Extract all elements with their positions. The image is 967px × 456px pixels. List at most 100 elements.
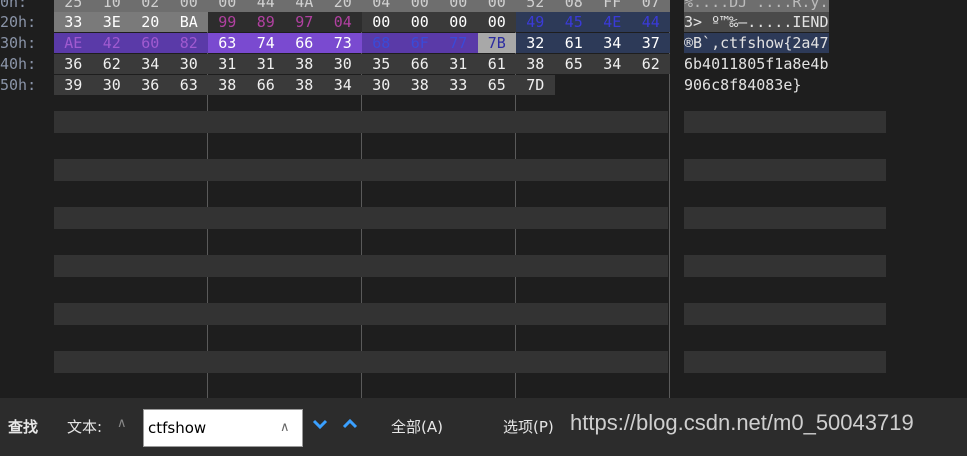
hex-byte[interactable]: 36 [131,75,170,95]
hex-byte[interactable]: 10 [92,0,131,12]
hex-byte[interactable]: 00 [400,12,439,32]
hex-byte[interactable]: 00 [400,0,439,12]
chevron-up-icon[interactable]: ∧ [117,416,127,431]
hex-byte[interactable]: 00 [169,0,208,12]
options-button[interactable]: 选项(P) [503,417,554,437]
hex-byte[interactable]: 49 [516,12,555,32]
hex-byte[interactable]: 45 [554,12,593,32]
find-next-icon[interactable] [311,414,329,434]
hex-row[interactable]: 20h: 33 3E 20 BA 99 89 97 04 00 00 00 00 49 45 4E 44 3> º… [0,12,967,32]
hex-byte[interactable]: 34 [131,54,170,74]
hex-byte[interactable]: 30 [362,75,401,95]
hex-byte[interactable]: 08 [554,0,593,12]
hex-byte[interactable]: 34 [593,54,632,74]
hex-byte[interactable]: 82 [169,33,208,53]
hex-byte[interactable]: 37 [631,33,670,53]
hex-byte[interactable]: 6F [400,33,439,53]
hex-byte[interactable]: 63 [208,33,247,53]
hex-byte[interactable]: 38 [285,54,324,74]
hex-byte[interactable]: 38 [285,75,324,95]
hex-byte[interactable]: 32 [516,33,555,53]
hex-byte[interactable]: 4A [285,0,324,12]
history-chevron-icon[interactable]: ∧ [280,420,290,435]
ascii-text[interactable]: ®B`‚ctfshow{2a47 [684,33,829,53]
hex-byte[interactable]: 7D [516,75,555,95]
hex-byte[interactable]: 00 [477,0,516,12]
hex-byte[interactable]: 31 [246,54,285,74]
hex-byte[interactable]: 36 [54,54,93,74]
hex-byte[interactable]: 3E [92,12,131,32]
ascii-text[interactable]: 906c8f84083e} [684,75,801,95]
ascii-text[interactable]: 6b4011805f1a8e4b [684,54,829,74]
search-input[interactable] [148,417,266,439]
hex-byte[interactable]: 39 [54,75,93,95]
hex-byte[interactable]: 61 [554,33,593,53]
hex-byte[interactable]: 63 [169,75,208,95]
hex-byte[interactable]: 61 [477,54,516,74]
hex-byte[interactable]: 77 [439,33,478,53]
hex-byte[interactable]: 73 [323,33,362,53]
hex-byte[interactable]: 99 [208,12,247,32]
hex-byte[interactable]: FF [593,0,632,12]
hex-byte[interactable]: 34 [593,33,632,53]
hex-byte[interactable]: 33 [54,12,93,32]
hex-byte[interactable]: 30 [92,75,131,95]
hex-byte[interactable]: 44 [246,0,285,12]
hex-byte[interactable]: 00 [439,12,478,32]
find-prev-icon[interactable] [341,414,359,434]
hex-byte[interactable]: 4E [593,12,632,32]
hex-byte[interactable]: 00 [477,12,516,32]
hex-byte[interactable]: 00 [208,0,247,12]
hex-byte[interactable]: 04 [362,0,401,12]
hex-row[interactable]: 30h: AE 42 60 82 63 74 66 73 68 6F 77 7B 32 61 34 37 ®B`‚… [0,33,967,53]
hex-byte[interactable]: 38 [516,54,555,74]
hex-byte[interactable]: 62 [631,54,670,74]
row-offset-label: 20h: [0,13,37,31]
hex-byte[interactable]: 07 [631,0,670,12]
text-mode-label[interactable]: 文本: [67,417,102,437]
hex-byte[interactable]: 44 [631,12,670,32]
hex-byte[interactable]: 31 [208,54,247,74]
hex-byte[interactable]: 89 [246,12,285,32]
hex-byte[interactable]: 68 [362,33,401,53]
hex-byte[interactable]: 66 [285,33,324,53]
hex-row[interactable]: 50h: 39 30 36 63 38 66 38 34 30 38 33 65 7D 906c8f8408… [0,75,967,95]
empty-ascii-row [684,255,886,277]
hex-byte[interactable]: 25 [54,0,93,12]
hex-byte[interactable]: 97 [285,12,324,32]
hex-byte[interactable]: 74 [246,33,285,53]
hex-byte[interactable]: 62 [92,54,131,74]
hex-byte[interactable]: 42 [92,33,131,53]
hex-byte[interactable]: 7B [477,33,516,53]
hex-byte[interactable]: 66 [400,54,439,74]
hex-byte[interactable]: 20 [323,0,362,12]
hex-byte[interactable]: 00 [362,12,401,32]
ascii-text[interactable]: 3> º™‰—.....IEND [684,12,829,32]
hex-view[interactable]: 0h: 25 10 02 00 00 44 4A 20 04 00 00 00 52 08 FF 07%....… [0,0,967,398]
hex-byte[interactable]: 20 [131,12,170,32]
hex-byte[interactable]: 02 [131,0,170,12]
hex-byte[interactable]: 04 [323,12,362,32]
hex-byte[interactable]: 31 [439,54,478,74]
find-title: 查找 [8,418,39,436]
hex-byte[interactable]: 52 [516,0,555,12]
ascii-text[interactable]: %....DJ ....R.ÿ. [684,0,829,12]
hex-byte[interactable]: 38 [208,75,247,95]
hex-byte[interactable]: 65 [554,54,593,74]
hex-byte[interactable]: 00 [439,0,478,12]
hex-byte[interactable]: 30 [169,54,208,74]
hex-row[interactable]: 40h: 36 62 34 30 31 31 38 30 35 66 31 61 38 65 34 62 6b40… [0,54,967,74]
hex-byte[interactable]: 60 [131,33,170,53]
hex-byte[interactable]: AE [54,33,93,53]
hex-byte[interactable]: 38 [400,75,439,95]
search-field[interactable] [143,409,303,447]
hex-byte[interactable]: BA [169,12,208,32]
find-all-button[interactable]: 全部(A) [391,417,443,437]
hex-row[interactable]: 0h: 25 10 02 00 00 44 4A 20 04 00 00 00 52 08 FF 07%....… [0,0,967,12]
hex-byte[interactable]: 66 [246,75,285,95]
hex-byte[interactable]: 35 [362,54,401,74]
hex-byte[interactable]: 33 [439,75,478,95]
hex-byte[interactable]: 65 [477,75,516,95]
hex-byte[interactable]: 30 [323,54,362,74]
hex-byte[interactable]: 34 [323,75,362,95]
